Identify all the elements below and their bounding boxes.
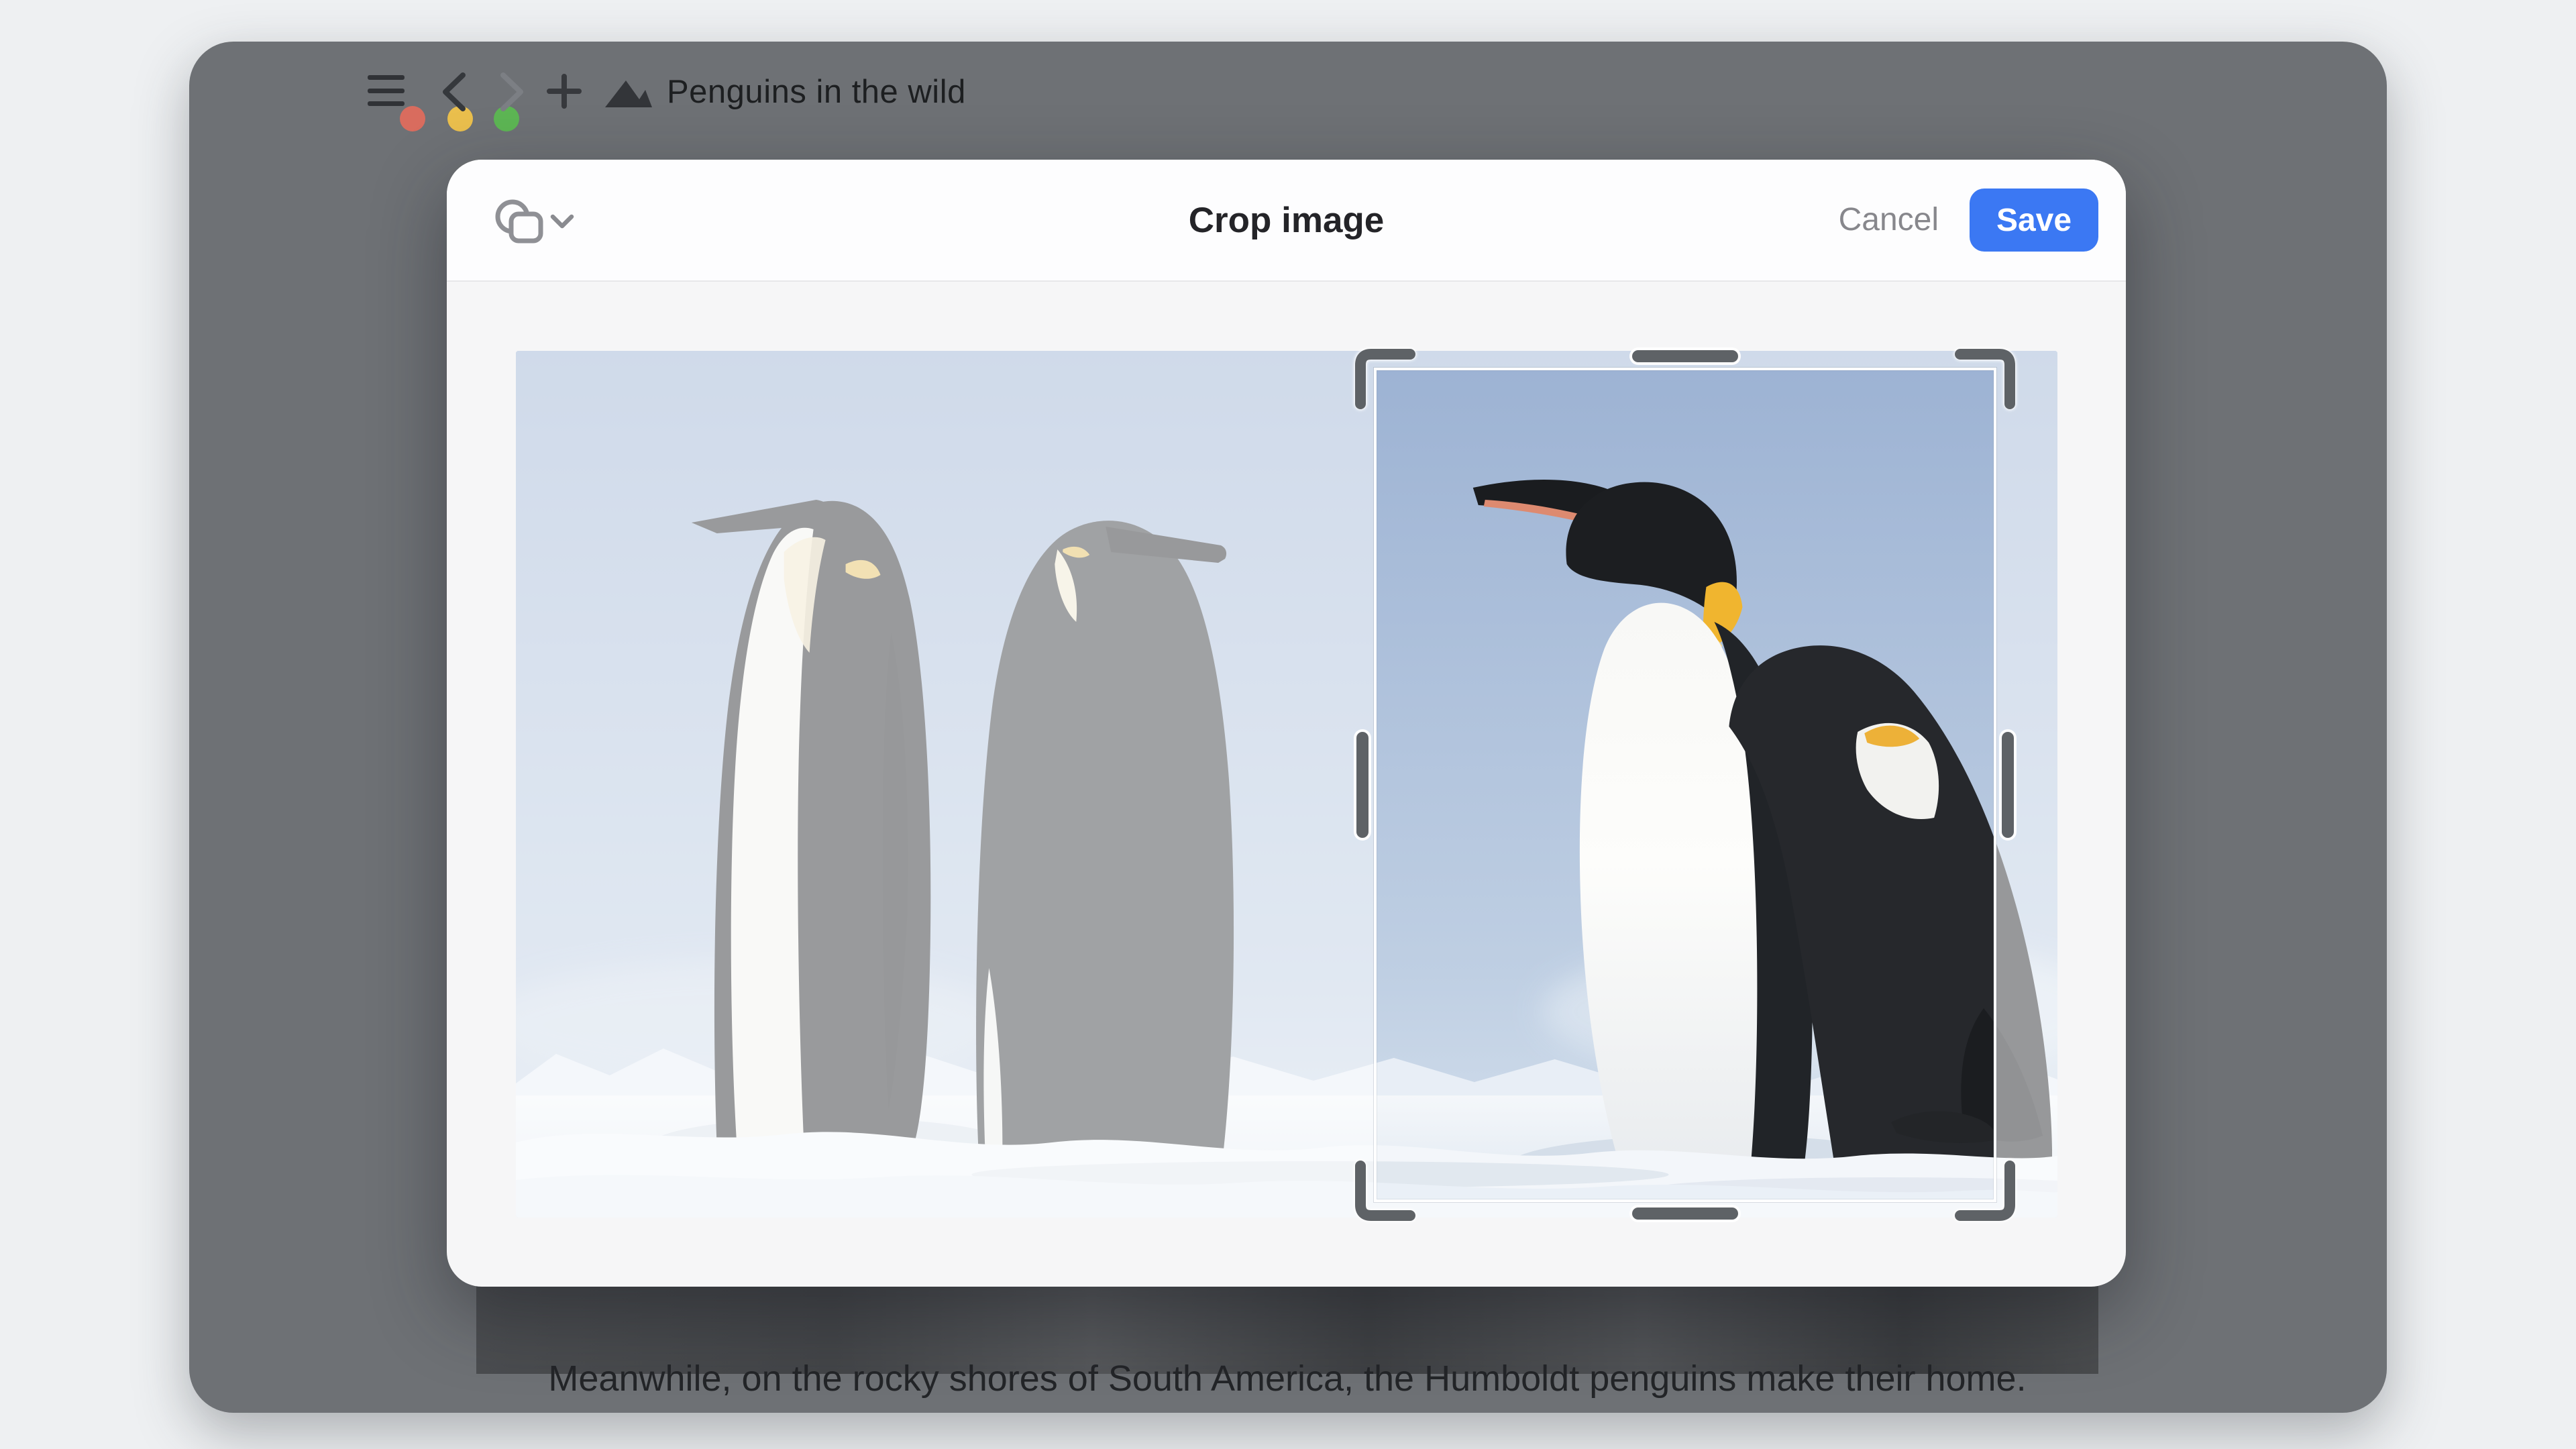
plus-icon xyxy=(549,76,579,106)
forward-chevron-icon xyxy=(503,75,521,109)
forward-button[interactable] xyxy=(499,71,527,113)
crop-handle-bottom-left[interactable] xyxy=(1354,1161,1415,1222)
back-chevron-icon xyxy=(445,75,463,109)
image-doc-icon xyxy=(604,79,653,109)
menu-button[interactable] xyxy=(368,74,405,106)
cancel-button[interactable]: Cancel xyxy=(1839,201,1939,238)
hamburger-icon xyxy=(368,75,405,80)
new-page-button[interactable] xyxy=(547,74,582,109)
traffic-light-close[interactable] xyxy=(400,106,425,131)
crop-handle-right[interactable] xyxy=(2002,732,2014,838)
crop-handle-bottom[interactable] xyxy=(1632,1208,1738,1220)
crop-handle-top-left[interactable] xyxy=(1354,347,1415,409)
modal-header: Crop image Cancel Save xyxy=(447,160,2126,282)
document-caption: Meanwhile, on the rocky shores of South … xyxy=(476,1355,2098,1402)
crop-handle-bottom-right[interactable] xyxy=(1955,1161,2017,1222)
crop-handle-top-right[interactable] xyxy=(1955,347,2017,409)
crop-handle-top[interactable] xyxy=(1632,350,1738,362)
crop-selection[interactable] xyxy=(1374,368,1996,1202)
doc-title: Penguins in the wild xyxy=(667,73,966,111)
crop-editor xyxy=(516,351,2057,1218)
crop-handle-left[interactable] xyxy=(1356,732,1368,838)
crop-modal: Crop image Cancel Save xyxy=(447,160,2126,1287)
page: Penguins in the wild Meanwhile, on the r… xyxy=(0,0,2576,1449)
back-button[interactable] xyxy=(439,71,467,113)
save-button[interactable]: Save xyxy=(1970,189,2098,252)
